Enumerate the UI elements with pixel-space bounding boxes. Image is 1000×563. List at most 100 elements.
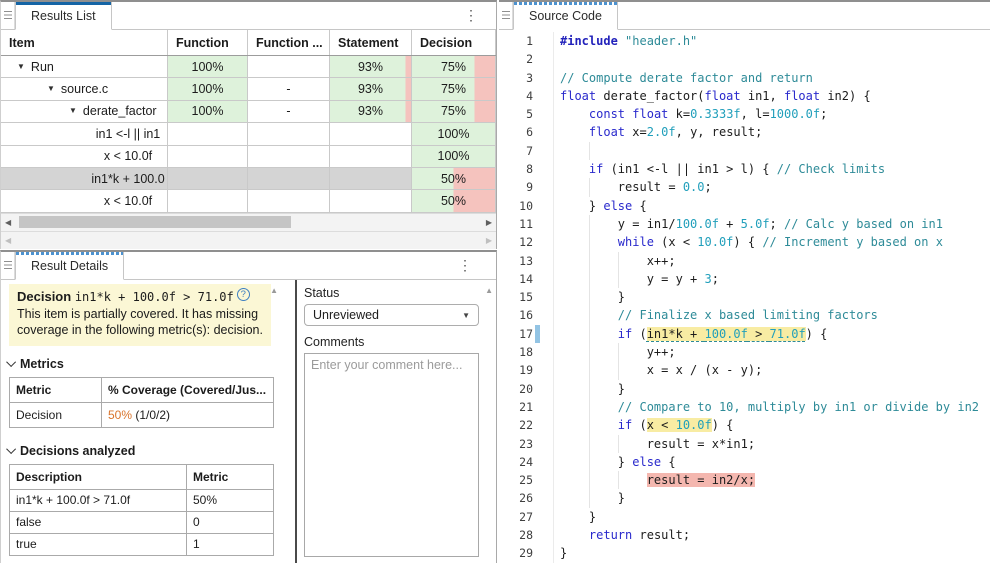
line-number: 17: [499, 325, 533, 343]
coverage-highlight[interactable]: 100.0f: [705, 327, 748, 341]
code-text: float x=2.0f, y, result;: [553, 123, 990, 141]
help-icon[interactable]: ?: [237, 288, 250, 301]
indent-guide: [589, 288, 590, 306]
code-token: if: [618, 418, 632, 432]
coverage-highlight[interactable]: >: [748, 327, 770, 341]
results-hscrollbar-secondary[interactable]: ◀ ▶: [1, 231, 496, 249]
code-token: float: [632, 107, 668, 121]
line-number: 24: [499, 453, 533, 471]
scroll-up-icon[interactable]: ▲: [485, 286, 493, 295]
column-header[interactable]: Function: [168, 30, 248, 55]
code-token: ;: [820, 107, 827, 121]
code-token: y = y +: [560, 272, 705, 286]
table-row[interactable]: ▼derate_factor100%-93%75%: [1, 101, 496, 123]
table-row[interactable]: ▼source.c100%-93%75%: [1, 78, 496, 100]
line-marker-slot: [535, 252, 540, 270]
code-token: [560, 473, 647, 487]
scroll-left-icon[interactable]: ◀: [5, 236, 11, 245]
code-text: float derate_factor(float in1, float in2…: [553, 87, 990, 105]
decisions-column-header: Description: [10, 464, 187, 489]
hscroll-thumb[interactable]: [19, 216, 291, 228]
code-line: 10 } else {: [499, 197, 990, 215]
coverage-pct: 50%: [108, 408, 132, 422]
section-collapse-chevron-icon: [6, 357, 16, 367]
status-dropdown[interactable]: Unreviewed ▼: [304, 304, 479, 326]
line-number: 29: [499, 544, 533, 562]
code-token: if: [618, 327, 632, 341]
scroll-right-icon[interactable]: ▶: [486, 236, 492, 245]
table-row[interactable]: ▼Run100%93%75%: [1, 56, 496, 78]
line-number: 23: [499, 435, 533, 453]
column-header[interactable]: Decision: [412, 30, 496, 55]
decisions-column-header: Metric: [187, 464, 274, 489]
indent-guide: [618, 361, 619, 379]
coverage-highlight[interactable]: 71.0f: [770, 327, 806, 341]
line-marker-slot: [535, 233, 540, 251]
tree-expand-icon[interactable]: ▼: [69, 107, 77, 115]
code-token: float: [784, 89, 820, 103]
decisions-section-title: Decisions analyzed: [20, 444, 135, 458]
item-label: in1 <-l || in1: [89, 127, 167, 141]
section-collapse-chevron-icon: [6, 444, 16, 454]
coverage-cell: 75%: [412, 101, 496, 122]
metrics-col-metric: Metric: [10, 377, 102, 402]
code-text: #include "header.h": [553, 32, 990, 50]
kebab-menu-icon[interactable]: ⋮: [464, 7, 478, 24]
code-token: y = in1/: [560, 217, 676, 231]
code-line: 14 y = y + 3;: [499, 270, 990, 288]
code-token: // Compute derate factor and return: [560, 71, 813, 85]
chevron-down-icon: ▼: [462, 311, 470, 320]
indent-guide: [589, 380, 590, 398]
panel-grip-icon[interactable]: [499, 2, 513, 29]
comments-input[interactable]: [304, 353, 479, 557]
coverage-highlight[interactable]: x <: [647, 418, 676, 432]
code-token: }: [560, 510, 596, 524]
coverage-highlight[interactable]: 10.0f: [676, 418, 712, 432]
line-marker-slot: [535, 398, 540, 416]
code-token: ) {: [712, 418, 734, 432]
decisions-header-row: DescriptionMetric: [10, 464, 274, 489]
line-marker-slot: [535, 87, 540, 105]
table-row[interactable]: in1 <-l || in1100%: [1, 123, 496, 145]
column-header[interactable]: Item: [1, 30, 168, 55]
tab-result-details[interactable]: Result Details: [15, 252, 124, 280]
results-hscrollbar[interactable]: ◀ ▶: [1, 213, 496, 231]
panel-grip-icon[interactable]: [1, 252, 15, 279]
table-row[interactable]: in1*k + 100.050%: [1, 168, 496, 190]
decisions-section-header[interactable]: Decisions analyzed: [9, 444, 279, 458]
tab-results-list[interactable]: Results List: [15, 2, 112, 30]
code-text: while (x < 10.0f) { // Increment y based…: [553, 233, 990, 251]
result-summary-heading: Decision in1*k + 100.0f > 71.0f?: [17, 289, 263, 305]
code-text: x = x / (x - y);: [553, 361, 990, 379]
code-token: float: [705, 89, 741, 103]
table-row[interactable]: x < 10.0f100%: [1, 146, 496, 168]
line-number: 22: [499, 416, 533, 434]
code-token: [560, 125, 589, 139]
column-header[interactable]: Statement: [330, 30, 412, 55]
line-marker-slot: [535, 215, 540, 233]
code-token: , l=: [741, 107, 770, 121]
item-label: x < 10.0f: [89, 194, 167, 208]
tab-source-code[interactable]: Source Code: [513, 2, 618, 30]
table-row[interactable]: x < 10.0f50%: [1, 190, 496, 212]
scroll-right-icon[interactable]: ▶: [486, 218, 492, 227]
tree-expand-icon[interactable]: ▼: [47, 85, 55, 93]
code-token: #include: [560, 34, 618, 48]
kebab-menu-icon[interactable]: ⋮: [458, 257, 472, 274]
line-marker-slot: [535, 526, 540, 544]
column-header[interactable]: Function ...: [248, 30, 330, 55]
panel-grip-icon[interactable]: [1, 2, 15, 29]
metrics-data-row: Decision 50% (1/0/2): [10, 402, 274, 427]
indent-guide: [589, 325, 590, 343]
coverage-highlight[interactable]: in1*k +: [647, 327, 705, 341]
line-number: 2: [499, 50, 533, 68]
metrics-section-header[interactable]: Metrics: [9, 357, 279, 371]
coverage-highlight[interactable]: result = in2/x;: [647, 473, 755, 487]
scroll-up-icon[interactable]: ▲: [270, 286, 278, 295]
tree-expand-icon[interactable]: ▼: [17, 63, 25, 71]
line-marker-slot: [535, 380, 540, 398]
results-table-header: ItemFunctionFunction ...StatementDecisio…: [1, 30, 496, 56]
indent-guide: [589, 435, 590, 453]
scroll-left-icon[interactable]: ◀: [5, 218, 11, 227]
code-line: 8 if (in1 <-l || in1 > l) { // Check lim…: [499, 160, 990, 178]
